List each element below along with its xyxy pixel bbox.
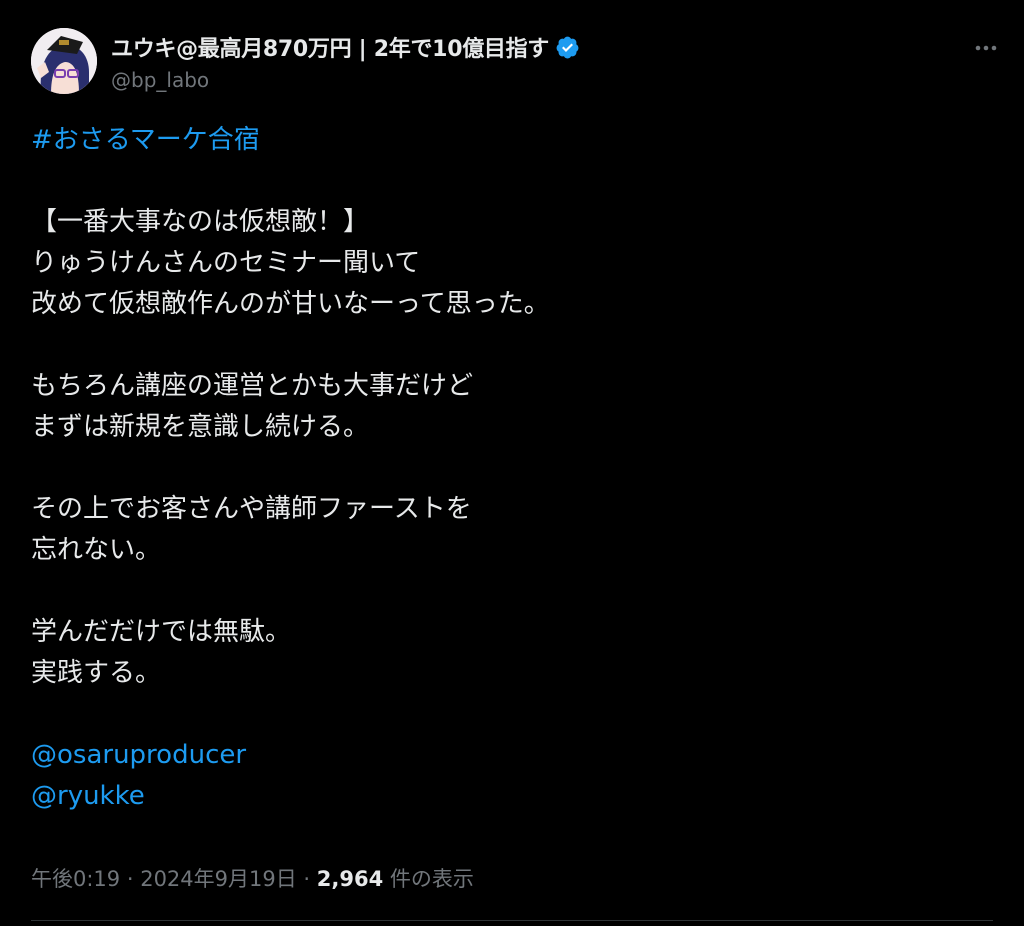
tweet-header: ユウキ@最高月870万円 | 2年で10億目指す @bp_labo — [31, 28, 1001, 98]
tweet-line: 忘れない。 — [31, 535, 162, 565]
divider — [31, 920, 993, 921]
tweet-line: 【一番大事なのは仮想敵！】 — [31, 207, 370, 237]
verified-badge-icon[interactable] — [555, 35, 580, 60]
author-handle[interactable]: @bp_labo — [111, 66, 580, 94]
views-label: 件の表示 — [383, 867, 474, 891]
avatar[interactable] — [31, 28, 97, 94]
tweet-line: その上でお客さんや講師ファーストを — [31, 494, 472, 524]
tweet-detail: ユウキ@最高月870万円 | 2年で10億目指す @bp_labo #おさるマー… — [0, 0, 1024, 926]
display-name[interactable]: ユウキ@最高月870万円 | 2年で10億目指す — [111, 31, 549, 63]
more-options-icon — [975, 45, 997, 51]
meta-separator: · — [120, 867, 141, 891]
avatar-image — [31, 28, 97, 94]
more-options-button[interactable] — [971, 33, 1001, 63]
tweet-line: 実践する。 — [31, 658, 162, 688]
mention-link[interactable]: @ryukke — [31, 776, 991, 817]
mention-link[interactable]: @osaruproducer — [31, 735, 991, 776]
display-name-row: ユウキ@最高月870万円 | 2年で10億目指す — [111, 30, 580, 64]
meta-separator: · — [296, 867, 317, 891]
tweet-line: 改めて仮想敵作んのが甘いなーって思った。 — [31, 289, 550, 319]
tweet-line: 学んだだけでは無駄。 — [31, 617, 292, 647]
tweet-line: もちろん講座の運営とかも大事だけど — [31, 371, 474, 401]
tweet-line: まずは新規を意識し続ける。 — [31, 412, 370, 442]
views-count[interactable]: 2,964 — [317, 867, 383, 891]
hashtag-link[interactable]: #おさるマーケ合宿 — [31, 120, 991, 161]
tweet-line: りゅうけんさんのセミナー聞いて — [31, 248, 421, 278]
tweet-meta: 午後0:19 · 2024年9月19日 · 2,964 件の表示 — [31, 862, 474, 896]
tweet-text: #おさるマーケ合宿 【一番大事なのは仮想敵！】 りゅうけんさんのセミナー聞いて … — [31, 120, 991, 817]
post-time[interactable]: 午後0:19 — [31, 867, 120, 891]
author-names: ユウキ@最高月870万円 | 2年で10億目指す @bp_labo — [111, 30, 580, 94]
post-date[interactable]: 2024年9月19日 — [140, 867, 297, 891]
